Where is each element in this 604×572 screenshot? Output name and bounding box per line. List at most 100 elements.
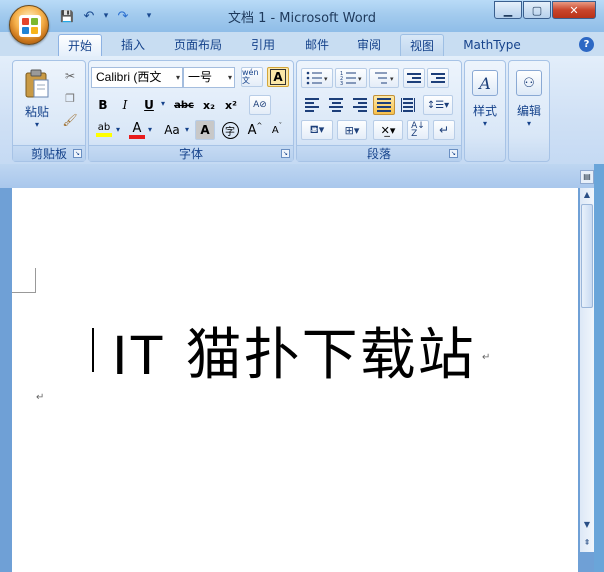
chinese-layout-icon: ✕̲▾ [380, 123, 396, 137]
scissors-icon: ✂ [64, 69, 76, 83]
chevron-down-icon[interactable]: ▾ [185, 125, 189, 134]
ruler-toggle-icon[interactable]: ▤ [580, 170, 594, 184]
document-heading-text[interactable]: IT 猫扑下载站 [112, 310, 476, 391]
align-right-button[interactable] [349, 95, 371, 115]
char-border-button[interactable]: A [267, 67, 289, 87]
italic-button[interactable]: I [115, 95, 135, 115]
cut-button[interactable]: ✂ [61, 67, 79, 85]
enclose-char-icon: 字 [221, 121, 239, 139]
chevron-down-icon[interactable]: ▾ [116, 125, 120, 134]
multilevel-list-button[interactable]: ▾ [369, 68, 399, 88]
justify-button[interactable] [373, 95, 395, 115]
font-group-label: 字体 [89, 145, 293, 161]
ribbon-tabs: 开始 插入 页面布局 引用 邮件 审阅 视图 MathType ? [0, 32, 604, 57]
bold-button[interactable]: B [93, 95, 113, 115]
paint-bucket-icon: ⛾▾ [309, 122, 325, 136]
enclose-char-button[interactable]: 字 [219, 119, 241, 141]
font-color-bar [129, 134, 145, 139]
svg-text:▾: ▾ [324, 75, 328, 83]
phonetic-guide-button[interactable]: wén 文 [241, 67, 263, 87]
shrink-font-icon: A [271, 124, 279, 136]
numbering-button[interactable]: 1 2 3 ▾ [335, 68, 367, 88]
clipboard-launcher-icon[interactable]: ↘ [73, 149, 82, 158]
ribbon: 粘贴 ▾ ✂ ❐ 🖌 剪贴板 ↘ Calibri (西文 ▾ 一号 ▾ wén … [0, 56, 604, 164]
copy-button[interactable]: ❐ [61, 89, 79, 107]
subscript-button[interactable]: x₂ [199, 95, 219, 115]
scroll-down-icon[interactable]: ▼ [580, 518, 594, 532]
chevron-down-icon[interactable]: ▾ [161, 99, 165, 108]
grow-font-button[interactable]: A ^ [245, 119, 265, 141]
change-case-button[interactable]: Aa [159, 119, 185, 141]
paragraph-launcher-icon[interactable]: ↘ [449, 149, 458, 158]
font-launcher-icon[interactable]: ↘ [281, 149, 290, 158]
editing-button[interactable]: ⚇ 编辑 ▾ [511, 63, 547, 135]
underline-button[interactable]: U [139, 95, 159, 115]
distribute-button[interactable] [397, 95, 419, 115]
caret-down-icon: ˇ [278, 122, 283, 130]
help-icon[interactable]: ? [579, 37, 594, 52]
font-size-combo[interactable]: 一号 ▾ [183, 67, 235, 88]
vertical-scrollbar[interactable]: ▲ ▼ ⇞ [580, 188, 594, 552]
font-group: Calibri (西文 ▾ 一号 ▾ wén 文 A B I U ▾ abc x… [88, 60, 294, 162]
editing-label: 编辑 [516, 104, 541, 118]
tab-insert[interactable]: 插入 [112, 34, 154, 56]
strikethrough-button[interactable]: abc [171, 95, 197, 115]
tab-page-layout[interactable]: 页面布局 [166, 34, 230, 56]
align-left-button[interactable] [301, 95, 323, 115]
justify-icon [377, 98, 391, 112]
decrease-indent-button[interactable] [403, 68, 425, 88]
svg-text:▾: ▾ [390, 75, 394, 83]
increase-indent-icon [431, 73, 445, 83]
close-button[interactable]: ✕ [552, 1, 596, 19]
tab-mailings[interactable]: 邮件 [296, 34, 338, 56]
styles-group: A 样式 ▾ [464, 60, 506, 162]
svg-text:3: 3 [340, 81, 343, 85]
align-right-icon [353, 98, 367, 112]
show-marks-button[interactable]: ↵ [433, 120, 455, 140]
distribute-icon [401, 98, 415, 112]
tab-references[interactable]: 引用 [242, 34, 284, 56]
superscript-button[interactable]: x² [221, 95, 241, 115]
shrink-font-button[interactable]: Aˇ [267, 119, 287, 141]
sort-button[interactable]: A↓ Z [407, 120, 429, 140]
chevron-down-icon[interactable]: ▾ [148, 125, 152, 134]
format-painter-button[interactable]: 🖌 [61, 111, 79, 129]
char-shading-button[interactable]: A [195, 120, 215, 140]
document-page[interactable]: IT 猫扑下载站 ↵ ↵ [12, 188, 578, 572]
maximize-button[interactable]: ▢ [523, 1, 551, 19]
border-icon: ⊞▾ [344, 123, 360, 137]
office-button[interactable] [9, 5, 49, 45]
increase-indent-button[interactable] [427, 68, 449, 88]
chevron-down-icon: ▾ [175, 73, 180, 82]
clear-format-icon: A⊘ [253, 100, 267, 110]
line-spacing-button[interactable]: ↕☰▾ [423, 95, 453, 115]
scroll-thumb[interactable] [581, 204, 593, 308]
font-name-combo[interactable]: Calibri (西文 ▾ [91, 67, 183, 88]
tab-view[interactable]: 视图 [400, 34, 444, 56]
font-color-button[interactable]: A [127, 119, 147, 141]
chinese-layout-button[interactable]: ✕̲▾ [373, 120, 403, 140]
tab-mathtype[interactable]: MathType [452, 34, 532, 56]
paste-button[interactable]: 粘贴 ▾ [17, 63, 57, 135]
styles-button[interactable]: A 样式 ▾ [467, 63, 503, 135]
font-color-icon: A [132, 120, 142, 136]
font-name-value: Calibri (西文 [96, 70, 162, 84]
align-center-button[interactable] [325, 95, 347, 115]
font-size-value: 一号 [188, 70, 213, 84]
prev-page-icon[interactable]: ⇞ [580, 536, 594, 550]
tab-home[interactable]: 开始 [58, 34, 102, 57]
char-border-icon: A [270, 69, 286, 85]
bullets-button[interactable]: ▾ [301, 68, 333, 88]
borders-button[interactable]: ⊞▾ [337, 120, 367, 140]
clipboard-group: 粘贴 ▾ ✂ ❐ 🖌 剪贴板 ↘ [12, 60, 86, 162]
tab-review[interactable]: 审阅 [348, 34, 390, 56]
minimize-button[interactable]: ▁ [494, 1, 522, 19]
paragraph-mark-icon: ↵ [482, 352, 491, 363]
paste-label: 粘贴 [24, 105, 49, 119]
clear-format-button[interactable]: A⊘ [249, 95, 271, 115]
clipboard-icon [25, 69, 49, 98]
pilcrow-icon: ↵ [438, 123, 450, 137]
highlight-button[interactable]: ab [93, 119, 115, 141]
shading-button[interactable]: ⛾▾ [301, 120, 333, 140]
scroll-up-icon[interactable]: ▲ [580, 188, 594, 202]
